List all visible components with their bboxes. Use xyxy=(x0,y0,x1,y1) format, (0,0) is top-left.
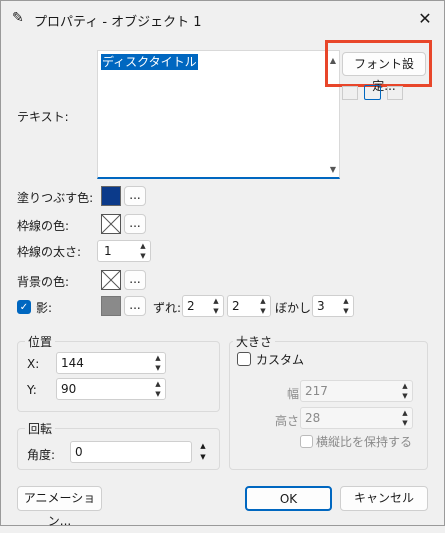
angle-label: 角度: xyxy=(27,448,56,462)
y-label: Y: xyxy=(27,383,37,397)
x-value: 144 xyxy=(61,356,84,370)
width-stepper[interactable]: 217 ▲ ▼ xyxy=(300,380,413,402)
bg-color-label: 背景の色: xyxy=(17,275,70,289)
keep-aspect-checkbox[interactable] xyxy=(300,435,313,448)
spin-down-icon[interactable]: ▼ xyxy=(339,306,353,316)
angle-stepper-arrows[interactable]: ▲ ▼ xyxy=(196,441,210,463)
fill-color-swatch[interactable] xyxy=(101,186,121,206)
shadow-offset-y-stepper[interactable]: 2 ▲ ▼ xyxy=(227,295,271,317)
shadow-checkbox[interactable]: ✓ xyxy=(17,300,31,314)
spin-down-icon[interactable]: ▼ xyxy=(151,389,165,399)
angle-value: 0 xyxy=(75,445,83,459)
shadow-offset-label: ずれ: xyxy=(153,301,182,315)
text-label: テキスト: xyxy=(17,110,69,124)
shadow-blur-stepper[interactable]: 3 ▲ ▼ xyxy=(312,295,354,317)
shadow-label: 影: xyxy=(36,301,53,315)
fill-color-label: 塗りつぶす色: xyxy=(17,191,94,205)
shadow-offset-y-value: 2 xyxy=(232,299,240,313)
shadow-color-button[interactable]: ... xyxy=(124,296,146,316)
custom-size-label: カスタム xyxy=(256,353,305,367)
spin-down-icon[interactable]: ▼ xyxy=(196,452,210,463)
height-label: 高さ: xyxy=(275,414,304,428)
spin-up-icon[interactable]: ▲ xyxy=(256,296,270,306)
bg-color-button[interactable]: ... xyxy=(124,270,146,290)
keep-aspect-label: 横縦比を保持する xyxy=(316,435,413,449)
y-value: 90 xyxy=(61,382,77,396)
spin-down-icon[interactable]: ▼ xyxy=(136,251,150,261)
animation-button[interactable]: アニメーション... xyxy=(17,486,102,528)
position-group-title: 位置 xyxy=(25,333,56,350)
dialog-title: プロパティ - オブジェクト 1 xyxy=(34,15,202,30)
bg-color-swatch-none-icon[interactable] xyxy=(101,270,121,290)
x-label: X: xyxy=(27,357,40,371)
scroll-down-icon[interactable]: ▼ xyxy=(330,165,336,174)
spin-up-icon[interactable]: ▲ xyxy=(398,381,412,391)
spin-down-icon[interactable]: ▼ xyxy=(256,306,270,316)
spin-up-icon[interactable]: ▲ xyxy=(209,296,223,306)
shadow-blur-value: 3 xyxy=(317,299,325,313)
shadow-color-swatch[interactable] xyxy=(101,296,121,316)
border-width-value: 1 xyxy=(104,244,112,258)
spin-down-icon[interactable]: ▼ xyxy=(398,418,412,428)
cancel-button[interactable]: キャンセル xyxy=(340,486,428,511)
border-color-label: 枠線の色: xyxy=(17,219,70,233)
size-group-title: 大きさ xyxy=(233,333,276,350)
align-right-icon[interactable] xyxy=(387,86,403,100)
app-icon: ✎ xyxy=(12,10,24,26)
text-value: ディスクタイトル xyxy=(101,54,198,70)
font-settings-button[interactable]: フォント設定... xyxy=(342,52,426,93)
y-stepper[interactable]: 90 ▲ ▼ xyxy=(56,378,166,400)
spin-up-icon[interactable]: ▲ xyxy=(136,241,150,251)
x-stepper[interactable]: 144 ▲ ▼ xyxy=(56,352,166,374)
spin-down-icon[interactable]: ▼ xyxy=(151,363,165,373)
angle-input[interactable]: 0 xyxy=(70,441,192,463)
spin-up-icon[interactable]: ▲ xyxy=(151,379,165,389)
shadow-offset-x-stepper[interactable]: 2 ▲ ▼ xyxy=(182,295,224,317)
border-color-button[interactable]: ... xyxy=(124,214,146,234)
text-input[interactable]: ディスクタイトル ▲ ▼ xyxy=(97,50,340,179)
spin-down-icon[interactable]: ▼ xyxy=(398,391,412,401)
border-color-swatch-none-icon[interactable] xyxy=(101,214,121,234)
spin-down-icon[interactable]: ▼ xyxy=(209,306,223,316)
border-width-label: 枠線の太さ: xyxy=(17,245,82,259)
spin-up-icon[interactable]: ▲ xyxy=(151,353,165,363)
spin-up-icon[interactable]: ▲ xyxy=(196,441,210,452)
fill-color-button[interactable]: ... xyxy=(124,186,146,206)
rotation-group-title: 回転 xyxy=(25,420,56,437)
border-width-stepper[interactable]: 1 ▲ ▼ xyxy=(97,240,151,262)
width-value: 217 xyxy=(305,384,328,398)
shadow-offset-x-value: 2 xyxy=(187,299,195,313)
height-value: 28 xyxy=(305,411,321,425)
ok-button[interactable]: OK xyxy=(245,486,332,511)
shadow-blur-label: ぼかし: xyxy=(275,301,316,315)
custom-size-checkbox[interactable] xyxy=(237,352,251,366)
align-center-icon[interactable] xyxy=(364,85,381,100)
close-button[interactable]: ✕ xyxy=(413,8,437,30)
spin-up-icon[interactable]: ▲ xyxy=(398,408,412,418)
align-left-icon[interactable] xyxy=(342,86,358,100)
height-stepper[interactable]: 28 ▲ ▼ xyxy=(300,407,413,429)
spin-up-icon[interactable]: ▲ xyxy=(339,296,353,306)
